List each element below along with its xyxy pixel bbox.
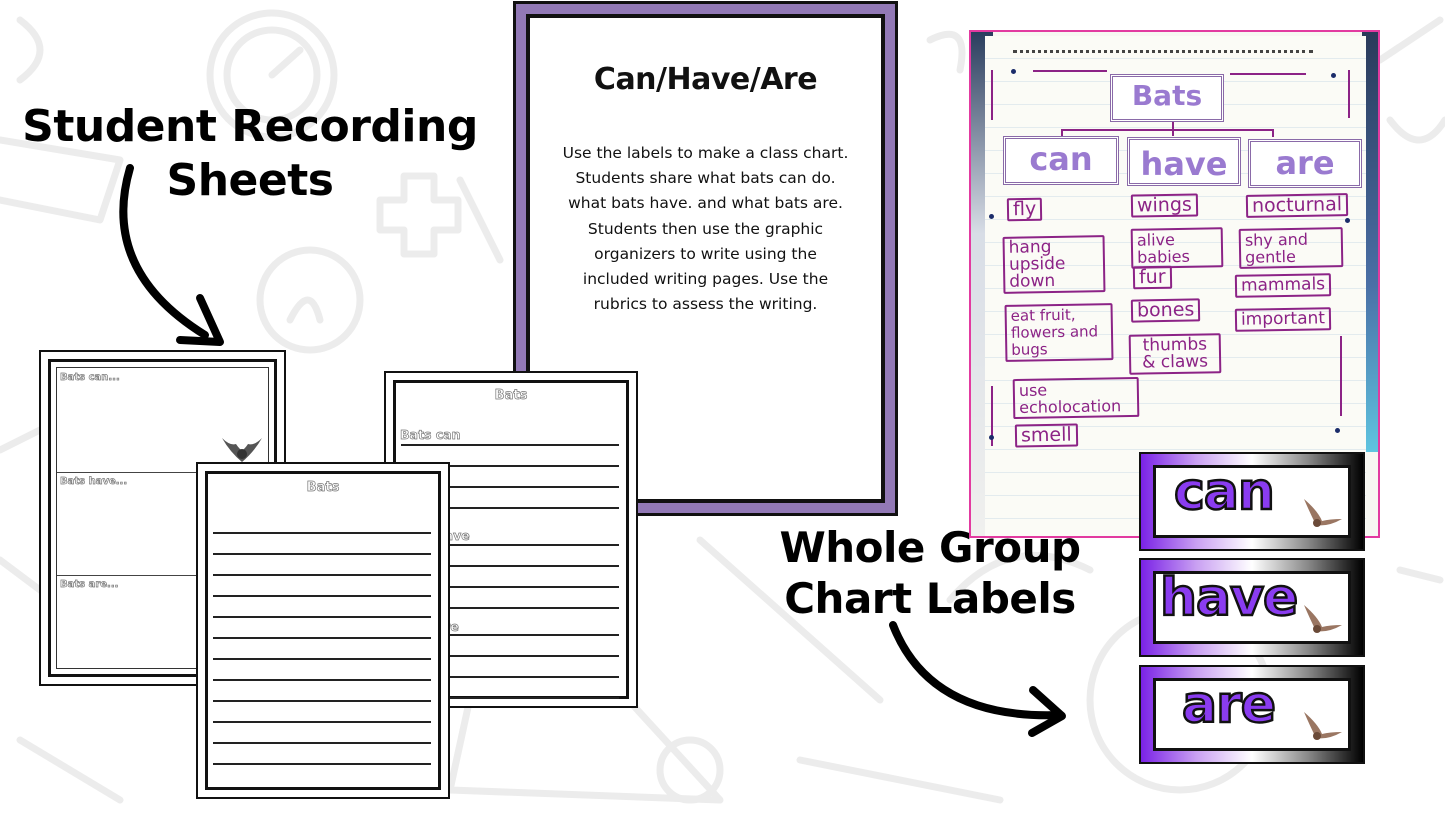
organizer-section: Bats can... <box>57 368 268 473</box>
body-line: Students then use the graphic <box>587 219 824 238</box>
label-card-inner: can <box>1153 461 1351 538</box>
writing-line <box>213 700 431 702</box>
chart-header-have: have <box>1127 137 1241 186</box>
hole-dot <box>1011 69 1016 74</box>
chart-note-are: important <box>1234 307 1332 332</box>
chart-note-have: wings <box>1130 193 1199 218</box>
label-card-inner: are <box>1153 674 1351 751</box>
chart-note-are: shy and gentle <box>1238 227 1344 269</box>
body-line: Students share what bats can do. <box>575 169 836 188</box>
sheet-frame: Bats <box>205 471 441 790</box>
writing-line <box>213 679 431 681</box>
marker-line <box>991 70 993 120</box>
body-line: Use the labels to make a class chart. <box>562 144 849 162</box>
writing-line <box>213 574 431 576</box>
writing-line <box>401 444 619 446</box>
chart-note-have: bones <box>1130 298 1201 323</box>
chart-note-can: hang upside down <box>1002 235 1106 294</box>
body-line: rubrics to assess the writing. <box>593 295 818 314</box>
writing-line <box>213 763 431 765</box>
chart-note-have: alive babies <box>1130 227 1224 269</box>
section-label: Bats have... <box>60 476 128 488</box>
label-word: are <box>1181 674 1278 737</box>
chart-label-card-can: can <box>1139 452 1365 551</box>
caption-line: Chart Labels <box>784 574 1076 624</box>
sheet-title: Bats <box>494 388 528 404</box>
marker-line <box>1348 70 1350 118</box>
marker-line <box>1230 73 1306 75</box>
hole-dot <box>1345 218 1350 223</box>
writing-line <box>213 532 431 534</box>
hole-dot <box>989 214 994 219</box>
marker-line <box>1033 70 1107 72</box>
hole-dot <box>989 435 994 440</box>
caption-line: Student Recording <box>22 101 478 152</box>
label-word: have <box>1159 567 1300 630</box>
writing-line <box>213 742 431 744</box>
chart-header-can: can <box>1003 136 1119 185</box>
caption-line: Sheets <box>166 154 334 206</box>
student-recording-sheets-caption: Student Recording Sheets <box>20 100 480 207</box>
bat-icon <box>1304 605 1342 633</box>
connector-line <box>1172 121 1174 136</box>
chart-note-can: fly <box>1006 197 1043 222</box>
bat-icon <box>1304 712 1342 740</box>
bat-icon <box>1304 499 1342 527</box>
chart-note-are: nocturnal <box>1245 193 1349 218</box>
instruction-card-body: Use the labels to make a class chart. St… <box>546 141 865 317</box>
body-line: what bats have. and what bats are. <box>568 194 843 213</box>
connector-line <box>1272 129 1274 137</box>
chart-note-can: smell <box>1014 423 1078 448</box>
chart-note-can: use echolocation <box>1012 376 1140 420</box>
chart-label-card-are: are <box>1139 665 1365 764</box>
chart-note-have: thumbs & claws <box>1128 333 1222 375</box>
marker-line <box>1340 336 1342 416</box>
chart-header-are: are <box>1248 139 1362 188</box>
writing-line <box>213 637 431 639</box>
chart-note-are: mammals <box>1234 273 1332 298</box>
connector-line <box>1061 129 1273 131</box>
writing-line <box>213 616 431 618</box>
body-line: organizers to write using the <box>594 244 817 263</box>
writing-line <box>213 553 431 555</box>
label-word: can <box>1173 461 1276 524</box>
sheet-title: Bats <box>306 480 340 496</box>
instruction-card-title: Can/Have/Are <box>593 62 818 97</box>
writing-line <box>213 658 431 660</box>
chart-title-card: Bats <box>1110 74 1224 122</box>
section-label: Bats are... <box>60 579 119 591</box>
label-card-inner: have <box>1153 567 1351 644</box>
chart-paper-spiral <box>1013 50 1313 59</box>
hole-dot <box>1331 73 1336 78</box>
lined-writing-sheet-blank: Bats <box>196 462 450 799</box>
writing-line <box>213 595 431 597</box>
hole-dot <box>1335 428 1340 433</box>
chart-note-have: fur <box>1132 265 1172 290</box>
writing-line <box>213 721 431 723</box>
section-label: Bats can... <box>60 372 120 384</box>
body-line: included writing pages. Use the <box>582 270 829 289</box>
chart-note-can: eat fruit, flowers and bugs <box>1004 303 1114 362</box>
prompt-label: Bats can <box>400 427 461 443</box>
chart-label-card-have: have <box>1139 558 1365 657</box>
